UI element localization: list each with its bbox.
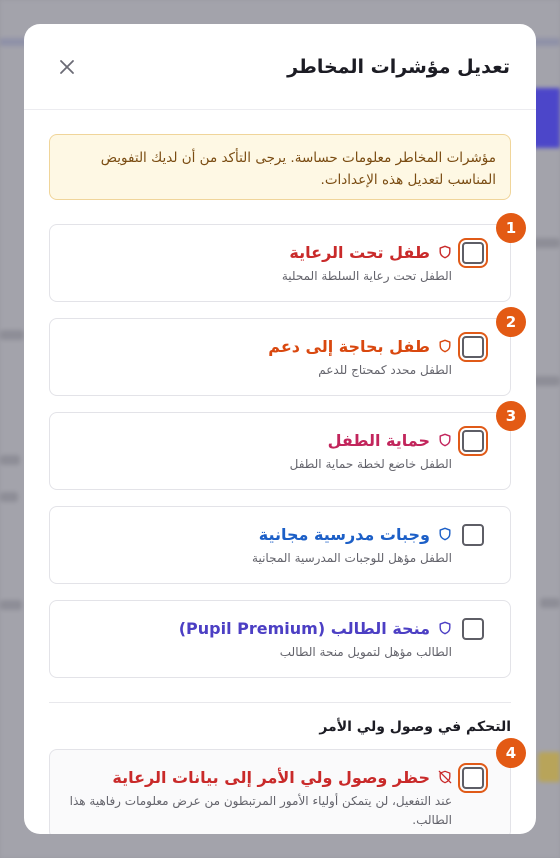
risk-indicator-title: وجبات مدرسية مجانية [258, 524, 430, 544]
risk-indicator-checkbox[interactable] [458, 426, 488, 456]
shield-icon [439, 621, 451, 635]
risk-indicator-title: طفل بحاجة إلى دعم [268, 336, 430, 356]
parent-access-desc: عند التفعيل، لن يتمكن أولياء الأمور المر… [69, 794, 452, 827]
modal-title: تعديل مؤشرات المخاطر [287, 55, 510, 78]
section-divider [49, 702, 511, 703]
step-badge: 1 [496, 213, 526, 243]
risk-indicator-card[interactable]: 3 حماية الطفل الطفل خاضع لخطة حماية الطفل [49, 401, 526, 490]
risk-indicator-checkbox[interactable] [462, 524, 484, 546]
risk-indicator-card[interactable]: وجبات مدرسية مجانية الطفل مؤهل للوجبات ال… [49, 506, 511, 584]
risk-indicator-desc: الطالب مؤهل لتمويل منحة الطالب [279, 645, 452, 659]
modal-body: مؤشرات المخاطر معلومات حساسة. يرجى التأك… [24, 110, 536, 834]
risk-indicator-checkbox[interactable] [462, 618, 484, 640]
risk-indicator-list: 1 طفل تحت الرعاية الطفل تحت رعاية السلطة ا… [49, 213, 526, 678]
shield-icon [439, 433, 451, 447]
shield-icon [439, 339, 451, 353]
parent-access-card[interactable]: 4 حظر وصول ولي الأمر إلى بيانات الرعاية … [49, 738, 526, 834]
modal-header: تعديل مؤشرات المخاطر [24, 24, 536, 110]
step-badge: 4 [496, 738, 526, 768]
parent-access-section-title: التحكم في وصول ولي الأمر [319, 719, 511, 735]
risk-indicator-title: طفل تحت الرعاية [289, 242, 430, 262]
step-badge: 2 [496, 307, 526, 337]
risk-indicator-card[interactable]: 1 طفل تحت الرعاية الطفل تحت رعاية السلطة ا… [49, 213, 526, 302]
risk-indicator-desc: الطفل محدد كمحتاج للدعم [318, 363, 452, 377]
shield-icon [439, 245, 451, 259]
risk-indicator-desc: الطفل مؤهل للوجبات المدرسية المجانية [252, 551, 452, 565]
shield-off-icon [438, 770, 452, 784]
risk-indicator-desc: الطفل خاضع لخطة حماية الطفل [289, 457, 452, 471]
shield-icon [439, 527, 451, 541]
risk-indicator-card[interactable]: منحة الطالب (Pupil Premium) الطالب مؤهل ل… [49, 600, 511, 678]
risk-indicator-checkbox[interactable] [458, 238, 488, 268]
close-icon [60, 59, 74, 74]
edit-risk-indicators-modal: تعديل مؤشرات المخاطر مؤشرات المخاطر معلو… [24, 24, 536, 834]
risk-indicator-desc: الطفل تحت رعاية السلطة المحلية [281, 269, 452, 283]
risk-indicator-title: حماية الطفل [327, 430, 430, 450]
close-button[interactable] [52, 52, 82, 82]
risk-indicator-title: منحة الطالب (Pupil Premium) [178, 618, 430, 638]
risk-indicator-card[interactable]: 2 طفل بحاجة إلى دعم الطفل محدد كمحتاج للدع… [49, 307, 526, 396]
parent-access-title: حظر وصول ولي الأمر إلى بيانات الرعاية [112, 767, 430, 787]
step-badge: 3 [496, 401, 526, 431]
risk-indicator-checkbox[interactable] [458, 332, 488, 362]
warning-banner: مؤشرات المخاطر معلومات حساسة. يرجى التأك… [49, 134, 511, 200]
block-parent-access-checkbox[interactable] [458, 763, 488, 793]
